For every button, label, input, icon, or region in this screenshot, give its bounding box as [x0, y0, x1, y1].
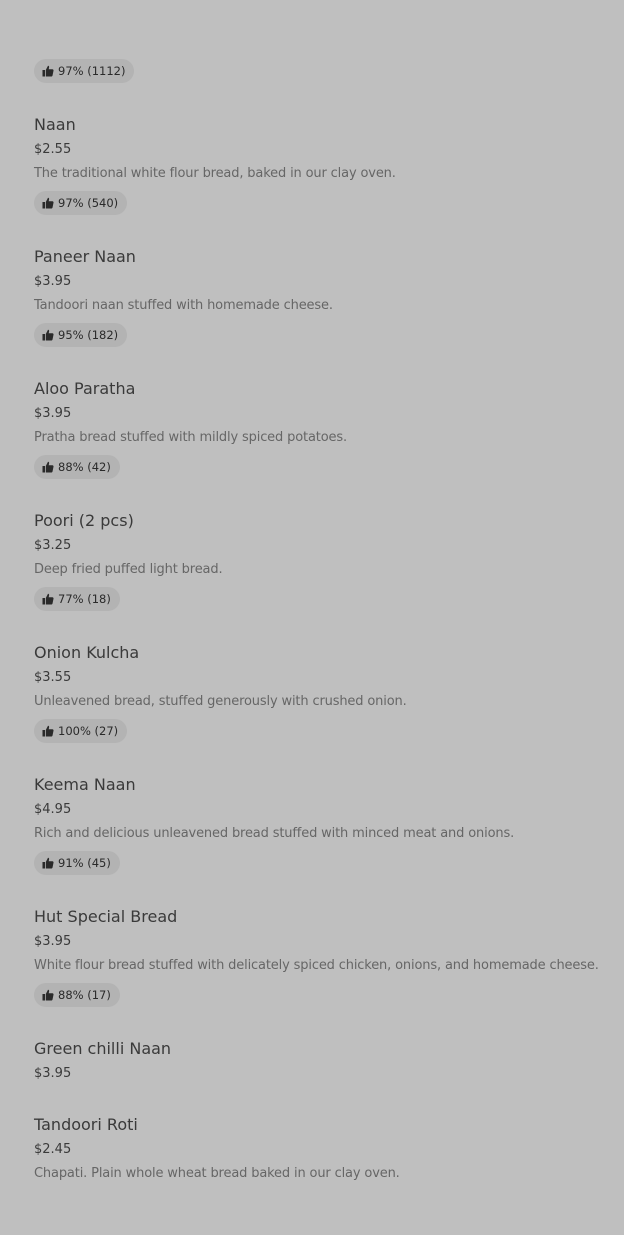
- item-description: Rich and delicious unleavened bread stuf…: [34, 826, 515, 841]
- menu-item[interactable]: Naan $2.55 The traditional white flour b…: [0, 103, 624, 235]
- item-price: $3.95: [34, 274, 72, 289]
- rating-text: 88% (42): [58, 460, 111, 474]
- item-description: Pratha bread stuffed with mildly spiced …: [34, 430, 347, 445]
- item-price: $2.55: [34, 142, 72, 157]
- menu-item[interactable]: Hut Special Bread $3.95 White flour brea…: [0, 895, 624, 1027]
- item-price: $3.55: [34, 670, 72, 685]
- menu-item[interactable]: 97% (1112): [0, 0, 624, 103]
- menu-item[interactable]: Keema Naan $4.95 Rich and delicious unle…: [0, 763, 624, 895]
- rating-text: 77% (18): [58, 592, 111, 606]
- rating-text: 97% (1112): [58, 64, 126, 78]
- item-name: Onion Kulcha: [34, 643, 140, 662]
- thumbs-up-icon: [42, 857, 54, 869]
- rating-text: 91% (45): [58, 856, 111, 870]
- item-name: Naan: [34, 115, 76, 134]
- menu-item[interactable]: Paneer Naan $3.95 Tandoori naan stuffed …: [0, 235, 624, 367]
- rating-badge: 88% (17): [34, 983, 120, 1007]
- rating-text: 95% (182): [58, 328, 119, 342]
- item-price: $2.45: [34, 1142, 72, 1157]
- rating-badge: 100% (27): [34, 719, 128, 743]
- thumbs-up-icon: [42, 461, 54, 473]
- thumbs-up-icon: [42, 725, 54, 737]
- item-description: Unleavened bread, stuffed generously wit…: [34, 694, 407, 709]
- menu-item[interactable]: Tandoori Roti $2.45 Chapati. Plain whole…: [0, 1103, 624, 1235]
- item-name: Keema Naan: [34, 775, 136, 794]
- item-description: The traditional white flour bread, baked…: [34, 166, 396, 181]
- rating-badge: 97% (540): [34, 191, 128, 215]
- thumbs-up-icon: [42, 197, 54, 209]
- item-price: $4.95: [34, 802, 72, 817]
- rating-badge: 97% (1112): [34, 59, 135, 83]
- item-name: Green chilli Naan: [34, 1039, 172, 1058]
- thumbs-up-icon: [42, 593, 54, 605]
- rating-badge: 95% (182): [34, 323, 128, 347]
- item-description: Deep fried puffed light bread.: [34, 562, 223, 577]
- rating-text: 88% (17): [58, 988, 111, 1002]
- item-price: $3.25: [34, 538, 72, 553]
- menu-item[interactable]: Onion Kulcha $3.55 Unleavened bread, stu…: [0, 631, 624, 763]
- item-description: White flour bread stuffed with delicatel…: [34, 958, 599, 973]
- rating-text: 100% (27): [58, 724, 119, 738]
- menu-item[interactable]: Poori (2 pcs) $3.25 Deep fried puffed li…: [0, 499, 624, 631]
- menu-list: 97% (1112) Naan $2.55 The traditional wh…: [0, 0, 624, 1235]
- thumbs-up-icon: [42, 989, 54, 1001]
- item-description: Tandoori naan stuffed with homemade chee…: [34, 298, 333, 313]
- thumbs-up-icon: [42, 329, 54, 341]
- menu-item[interactable]: Green chilli Naan $3.95: [0, 1027, 624, 1103]
- item-description: Chapati. Plain whole wheat bread baked i…: [34, 1166, 400, 1181]
- rating-badge: 91% (45): [34, 851, 120, 875]
- item-name: Paneer Naan: [34, 247, 136, 266]
- thumbs-up-icon: [42, 65, 54, 77]
- item-price: $3.95: [34, 934, 72, 949]
- menu-item[interactable]: Aloo Paratha $3.95 Pratha bread stuffed …: [0, 367, 624, 499]
- rating-text: 97% (540): [58, 196, 119, 210]
- item-name: Aloo Paratha: [34, 379, 136, 398]
- rating-badge: 88% (42): [34, 455, 120, 479]
- item-name: Tandoori Roti: [34, 1115, 138, 1134]
- item-name: Poori (2 pcs): [34, 511, 134, 530]
- rating-badge: 77% (18): [34, 587, 120, 611]
- item-price: $3.95: [34, 406, 72, 421]
- item-price: $3.95: [34, 1066, 72, 1081]
- item-name: Hut Special Bread: [34, 907, 178, 926]
